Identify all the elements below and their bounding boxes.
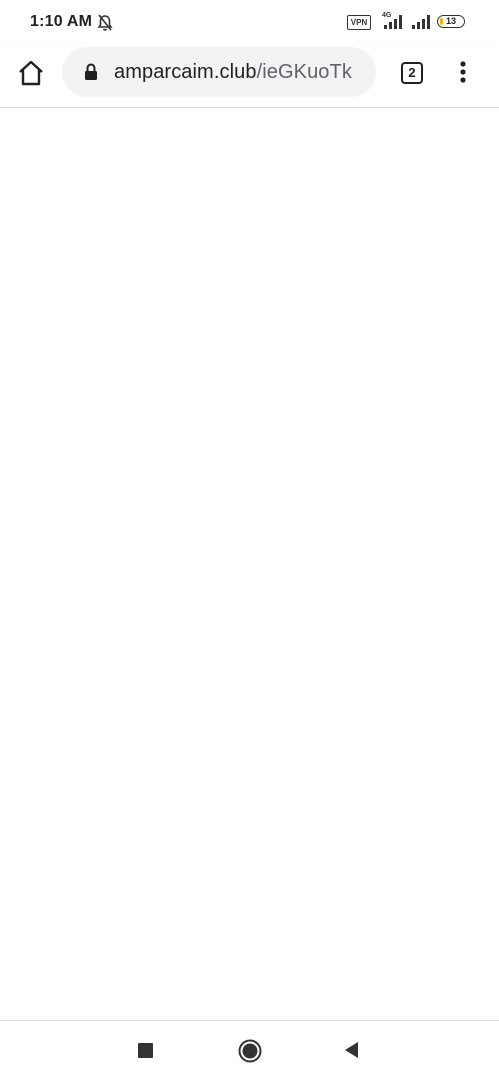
page-content	[0, 108, 499, 1020]
signal-icon	[382, 14, 406, 35]
home-button[interactable]	[14, 56, 48, 90]
url-domain: amparcaim.club	[114, 61, 257, 83]
back-button[interactable]	[343, 1041, 361, 1064]
battery-icon: 13	[437, 15, 465, 28]
system-nav-bar	[0, 1020, 499, 1081]
more-vert-icon	[460, 61, 466, 83]
status-time: 1:10 AM	[30, 13, 93, 30]
browser-toolbar: amparcaim.club/ieGKuoTk 2	[0, 44, 499, 108]
nav-home-button[interactable]	[237, 1038, 263, 1069]
tab-switcher-button[interactable]: 2	[401, 62, 423, 84]
signal-icon	[411, 14, 433, 35]
home-icon	[238, 1039, 262, 1063]
vpn-icon: VPN	[347, 15, 371, 30]
back-icon	[345, 1042, 358, 1058]
lock-icon	[84, 63, 98, 86]
url-bar[interactable]: amparcaim.club/ieGKuoTk	[62, 47, 376, 97]
home-icon	[19, 60, 43, 86]
battery-level: 13	[445, 16, 456, 26]
recents-button[interactable]	[138, 1043, 153, 1058]
menu-button[interactable]	[452, 58, 474, 88]
url-path: /ieGKuoTk	[256, 61, 352, 83]
notifications-off-icon	[97, 14, 113, 37]
url-text: amparcaim.club/ieGKuoTk	[114, 61, 352, 84]
status-bar: 1:10 AM VPN 4G 13	[0, 0, 499, 44]
